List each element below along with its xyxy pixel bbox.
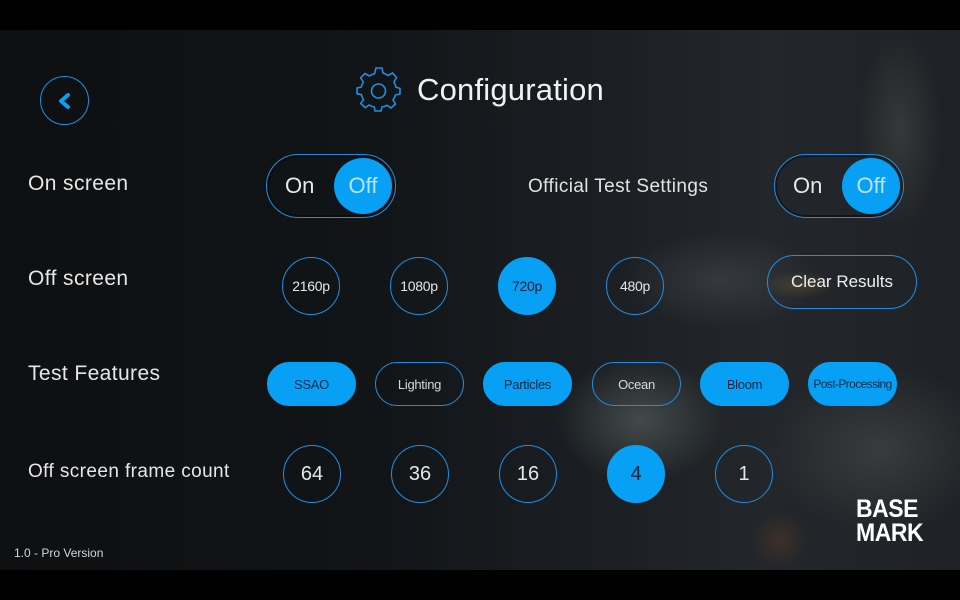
frame-count-option-36[interactable]: 36: [391, 445, 449, 503]
off-screen-label: Off screen: [28, 267, 129, 290]
resolution-option-720p[interactable]: 720p: [498, 257, 556, 315]
on-screen-toggle[interactable]: On Off: [266, 154, 396, 218]
letterbox-top: [0, 0, 960, 30]
toggle-on-option[interactable]: On: [793, 155, 822, 217]
chevron-left-icon: [58, 92, 70, 109]
feature-option-lighting[interactable]: Lighting: [375, 362, 464, 406]
frame-count-option-1[interactable]: 1: [715, 445, 773, 503]
toggle-on-option[interactable]: On: [285, 155, 314, 217]
basemark-logo: BASE MARK: [856, 495, 924, 547]
back-button[interactable]: [40, 76, 89, 125]
page-header: Configuration: [355, 66, 604, 114]
official-test-settings-label: Official Test Settings: [528, 176, 709, 197]
clear-results-button[interactable]: Clear Results: [767, 255, 917, 309]
feature-option-post-processing[interactable]: Post-Processing: [808, 362, 897, 406]
frame-count-option-16[interactable]: 16: [499, 445, 557, 503]
frame-count-label: Off screen frame count: [28, 461, 230, 482]
frame-count-option-4[interactable]: 4: [607, 445, 665, 503]
resolution-option-2160p[interactable]: 2160p: [282, 257, 340, 315]
toggle-off-option[interactable]: Off: [842, 158, 900, 214]
letterbox-bottom: [0, 570, 960, 600]
on-screen-label: On screen: [28, 172, 129, 195]
feature-option-particles[interactable]: Particles: [483, 362, 572, 406]
test-features-label: Test Features: [28, 362, 161, 385]
feature-option-bloom[interactable]: Bloom: [700, 362, 789, 406]
gear-icon: [356, 67, 401, 112]
resolution-option-1080p[interactable]: 1080p: [390, 257, 448, 315]
official-test-settings-toggle[interactable]: On Off: [774, 154, 904, 218]
logo-line-2: MARK: [856, 519, 924, 547]
feature-option-ocean[interactable]: Ocean: [592, 362, 681, 406]
feature-option-ssao[interactable]: SSAO: [267, 362, 356, 406]
page-title: Configuration: [417, 72, 604, 107]
version-label: 1.0 - Pro Version: [14, 546, 104, 560]
logo-line-1: BASE: [856, 495, 919, 523]
configuration-screen: Configuration On screen On Off Official …: [0, 30, 960, 570]
frame-count-option-64[interactable]: 64: [283, 445, 341, 503]
toggle-off-option[interactable]: Off: [334, 158, 392, 214]
resolution-option-480p[interactable]: 480p: [606, 257, 664, 315]
